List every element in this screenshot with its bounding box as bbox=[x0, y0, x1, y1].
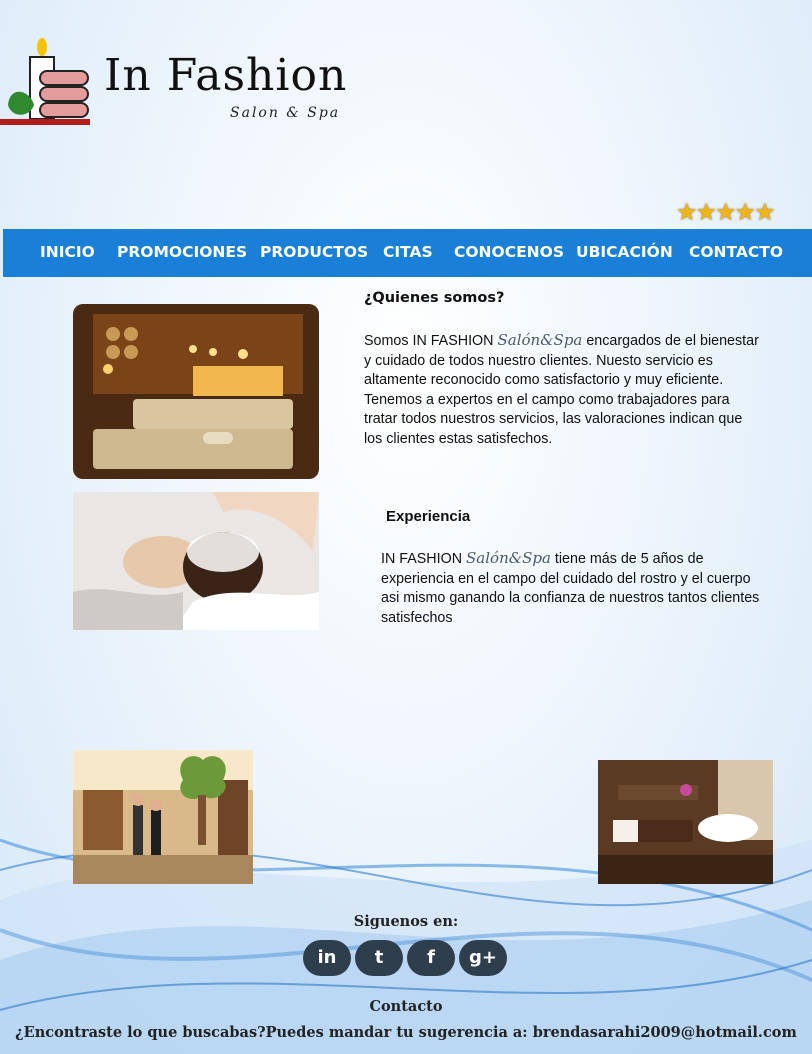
nav-conocenos[interactable]: CONOCENOS bbox=[454, 243, 564, 261]
about-heading: ¿Quienes somos? bbox=[364, 290, 505, 306]
follow-label: Siguenos en: bbox=[353, 913, 459, 930]
brand-subtitle: Salon & Spa bbox=[230, 105, 341, 121]
experience-heading: Experiencia bbox=[386, 508, 471, 525]
nav-ubicacion[interactable]: UBICACIÓN bbox=[576, 243, 673, 261]
nav-citas[interactable]: CITAS bbox=[383, 243, 433, 261]
about-brand-script: Salón&Spa bbox=[497, 331, 583, 349]
linkedin-icon[interactable]: in bbox=[303, 940, 351, 976]
contact-label: Contacto bbox=[369, 998, 443, 1015]
main-nav: INICIO PROMOCIONES PRODUCTOS CITAS CONOC… bbox=[3, 229, 812, 277]
about-paragraph: Somos IN FASHION Salón&Spa encargados de… bbox=[364, 331, 764, 449]
suggestion-text: ¿Encontraste lo que buscabas?Puedes mand… bbox=[15, 1024, 797, 1041]
experience-lead: IN FASHION bbox=[381, 551, 463, 567]
hair-wash-photo bbox=[73, 492, 319, 630]
salon-interior-photo bbox=[73, 750, 253, 884]
twitter-icon[interactable]: t bbox=[355, 940, 403, 976]
brand-title: In Fashion bbox=[104, 50, 348, 101]
rating-stars: ★★★★★ bbox=[676, 199, 776, 226]
nav-inicio[interactable]: INICIO bbox=[40, 243, 95, 261]
social-links: in t f g+ bbox=[303, 940, 509, 976]
treatment-room-photo bbox=[598, 760, 773, 884]
about-body: encargados de el bienestar y cuidado de … bbox=[364, 333, 759, 447]
candle-towels-icon bbox=[0, 38, 90, 125]
nav-productos[interactable]: PRODUCTOS bbox=[260, 243, 368, 261]
nav-promociones[interactable]: PROMOCIONES bbox=[117, 243, 247, 261]
about-lead: Somos IN FASHION bbox=[364, 333, 494, 349]
experience-paragraph: IN FASHION Salón&Spa tiene más de 5 años… bbox=[381, 549, 761, 628]
spa-room-photo bbox=[73, 304, 319, 479]
facebook-icon[interactable]: f bbox=[407, 940, 455, 976]
experience-brand-script: Salón&Spa bbox=[466, 549, 551, 567]
nav-contacto[interactable]: CONTACTO bbox=[689, 243, 783, 261]
site-logo[interactable]: In Fashion Salon & Spa bbox=[0, 30, 360, 140]
google-plus-icon[interactable]: g+ bbox=[459, 940, 507, 976]
